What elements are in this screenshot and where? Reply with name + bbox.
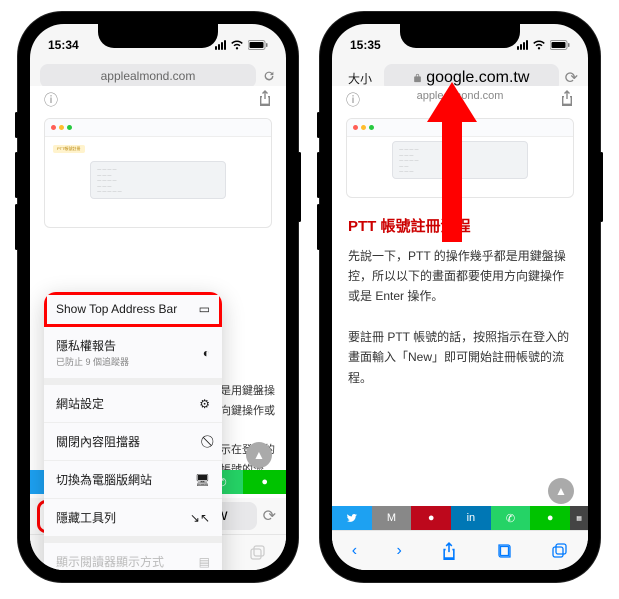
address-bar-icon: ▭ bbox=[199, 302, 210, 316]
screen-right: 15:35 大小 google.com.tw ⟳ ⓘ applealmond.c… bbox=[332, 24, 588, 570]
shield-icon: ◐ bbox=[203, 346, 210, 360]
share-icon[interactable] bbox=[441, 542, 457, 560]
menu-disable-blocker[interactable]: 關閉內容阻擋器 ⃠ bbox=[44, 423, 222, 461]
more-icon[interactable]: ▦ bbox=[570, 506, 588, 530]
page-thumbnail: — — — —— — —— — — —— —— — — bbox=[346, 118, 574, 198]
tabs-icon[interactable] bbox=[552, 543, 568, 559]
gear-icon: ⚙︎ bbox=[199, 397, 210, 411]
share-icon[interactable] bbox=[258, 90, 272, 106]
status-indicators bbox=[215, 40, 268, 50]
menu-website-settings[interactable]: 網站設定 ⚙︎ bbox=[44, 385, 222, 423]
battery-icon bbox=[248, 40, 268, 50]
menu-hide-toolbar[interactable]: 隱藏工具列 ↘↖ bbox=[44, 499, 222, 537]
cellular-icon bbox=[517, 40, 528, 50]
aa-menu: Show Top Address Bar ▭ 隱私權報告已防止 9 個追蹤器 ◐… bbox=[44, 292, 222, 570]
wifi-icon bbox=[532, 40, 546, 50]
info-icon[interactable]: ⓘ bbox=[346, 90, 360, 110]
article-p2: 要註冊 PTT 帳號的話，按照指示在登入的畫面輸入「New」即可開始註冊帳號的流… bbox=[348, 327, 572, 388]
status-bar: 15:35 bbox=[332, 24, 588, 60]
line-icon[interactable]: ● bbox=[243, 470, 286, 494]
info-icon[interactable]: ⓘ bbox=[44, 90, 58, 110]
line-icon[interactable]: ● bbox=[530, 506, 570, 530]
url-text: google.com.tw bbox=[426, 69, 529, 87]
desktop-icon: 🖥︎ bbox=[195, 473, 210, 487]
whatsapp-icon[interactable]: ✆ bbox=[491, 506, 531, 530]
iphone-right: 15:35 大小 google.com.tw ⟳ ⓘ applealmond.c… bbox=[320, 12, 600, 582]
collapse-icon: ↘↖ bbox=[190, 511, 210, 525]
wifi-icon bbox=[230, 40, 244, 50]
pinterest-icon[interactable]: ● bbox=[411, 506, 451, 530]
refresh-icon[interactable] bbox=[262, 69, 276, 83]
iphone-left: 15:34 applealmond.com ⓘ PTT帳號註冊 — — — bbox=[18, 12, 298, 582]
social-bar: M ● in ✆ ● ▦ bbox=[332, 506, 588, 530]
safari-toolbar: ‹ › bbox=[332, 530, 588, 570]
page-content: ⓘ PTT帳號註冊 — — — —— — —— — — —— — —— — — … bbox=[30, 86, 286, 570]
scroll-top-fab[interactable]: ▲ bbox=[246, 442, 272, 468]
refresh-icon[interactable]: ⟳ bbox=[263, 506, 276, 526]
menu-privacy-report[interactable]: 隱私權報告已防止 9 個追蹤器 ◐ bbox=[44, 327, 222, 379]
reader-icon: ▤ bbox=[199, 555, 210, 569]
article-p1: 先說一下，PTT 的操作幾乎都是用鍵盤操控，所以以下的畫面都要使用方向鍵操作或是… bbox=[348, 246, 572, 307]
cellular-icon bbox=[215, 40, 226, 50]
refresh-icon[interactable]: ⟳ bbox=[565, 68, 578, 88]
status-time: 15:34 bbox=[48, 38, 118, 52]
status-time: 15:35 bbox=[350, 38, 420, 52]
twitter-icon[interactable] bbox=[332, 506, 372, 530]
linkedin-icon[interactable]: in bbox=[451, 506, 491, 530]
menu-request-desktop[interactable]: 切換為電腦版網站 🖥︎ bbox=[44, 461, 222, 499]
url-text: applealmond.com bbox=[101, 69, 196, 83]
page-content: ⓘ applealmond.com — — — —— — —— — — —— —… bbox=[332, 86, 588, 570]
back-icon[interactable]: ‹ bbox=[352, 542, 357, 560]
tabs-icon[interactable] bbox=[250, 545, 266, 561]
article: PTT 帳號註冊流程 先說一下，PTT 的操作幾乎都是用鍵盤操控，所以以下的畫面… bbox=[332, 204, 588, 390]
menu-reader-options: 顯示閱讀器顯示方式 ▤ bbox=[44, 543, 222, 570]
status-indicators bbox=[517, 40, 570, 50]
scroll-top-fab[interactable]: ▲ bbox=[548, 478, 574, 504]
lock-icon bbox=[413, 73, 422, 83]
status-bar: 15:34 bbox=[30, 24, 286, 60]
peek-text: 是用鍵盤操 向鍵操作或 示在登入的 帳號的流 bbox=[220, 382, 276, 481]
share-icon[interactable] bbox=[560, 90, 574, 106]
forward-icon[interactable]: › bbox=[397, 542, 402, 560]
screen-left: 15:34 applealmond.com ⓘ PTT帳號註冊 — — — bbox=[30, 24, 286, 570]
battery-icon bbox=[550, 40, 570, 50]
page-url: applealmond.com bbox=[360, 90, 560, 110]
mail-icon[interactable]: M bbox=[372, 506, 412, 530]
page-thumbnail: PTT帳號註冊 — — — —— — —— — — —— — —— — — — … bbox=[44, 118, 272, 228]
url-pill[interactable]: applealmond.com bbox=[40, 64, 256, 88]
article-heading: PTT 帳號註冊流程 bbox=[348, 214, 572, 240]
bookmarks-icon[interactable] bbox=[497, 543, 513, 559]
menu-show-top-address-bar[interactable]: Show Top Address Bar ▭ bbox=[44, 292, 222, 327]
